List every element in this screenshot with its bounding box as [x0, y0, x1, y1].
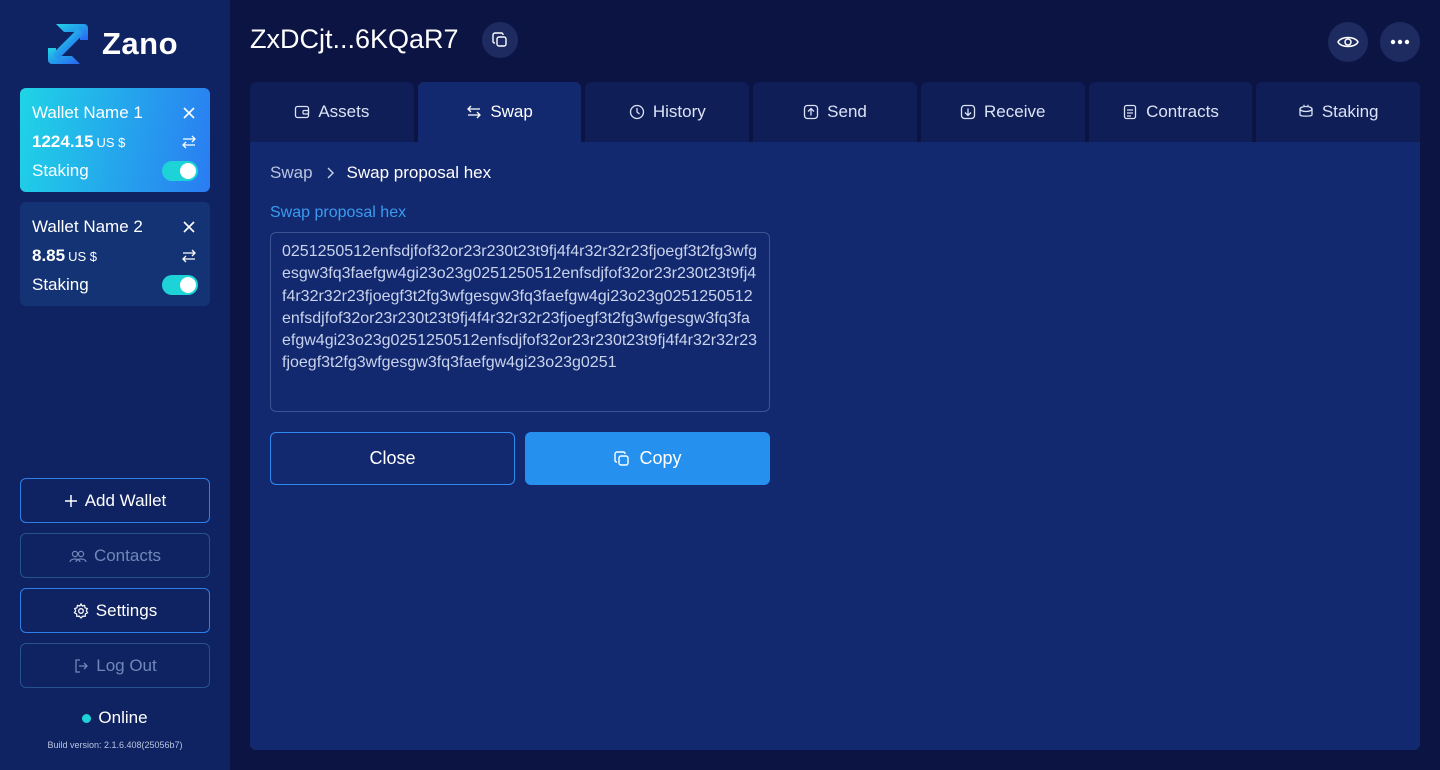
- sidebar: Zano Wallet Name 1 1224.15 US $ Staking W…: [0, 0, 230, 770]
- eye-icon: [1337, 36, 1359, 48]
- close-button[interactable]: Close: [270, 432, 515, 485]
- wallet-card-1[interactable]: Wallet Name 1 1224.15 US $ Staking: [20, 88, 210, 192]
- tab-label: Receive: [984, 102, 1046, 121]
- online-dot-icon: [82, 713, 92, 723]
- swap-icon: [467, 105, 482, 119]
- content-panel: Swap Swap proposal hex Swap proposal hex…: [250, 142, 1420, 750]
- visibility-button[interactable]: [1328, 22, 1368, 62]
- copy-button[interactable]: Copy: [525, 432, 770, 485]
- logout-label: Log Out: [96, 655, 157, 675]
- wallet-icon: [295, 105, 310, 119]
- tab-label: Send: [827, 102, 867, 121]
- logo: Zano: [44, 20, 178, 68]
- wallet-balance: 1224.15 US $: [32, 132, 125, 152]
- contacts-icon: [69, 550, 87, 562]
- settings-button[interactable]: Settings: [20, 588, 210, 633]
- copy-address-button[interactable]: [482, 22, 518, 58]
- swap-currency-icon[interactable]: [180, 247, 198, 265]
- currency-label: US $: [96, 134, 126, 150]
- contacts-label: Contacts: [93, 545, 162, 565]
- chevron-right-icon: [327, 167, 334, 179]
- status-label: Online: [98, 708, 148, 727]
- wallet-address-title: ZxDCjt...6KQaR7: [250, 24, 459, 54]
- add-wallet-button[interactable]: Add Wallet: [20, 478, 210, 523]
- clock-icon: [629, 104, 644, 120]
- contract-icon: [1123, 104, 1137, 120]
- wallet-name: Wallet Name 1: [32, 102, 143, 122]
- gear-icon: [73, 602, 89, 619]
- tab-bar: Assets Swap History Send Receive Contrac…: [250, 82, 1421, 142]
- copy-button-label: Copy: [639, 448, 682, 468]
- logout-icon: [75, 658, 89, 673]
- copy-icon: [614, 450, 630, 466]
- tab-send[interactable]: Send: [753, 82, 917, 142]
- staking-toggle[interactable]: [162, 274, 198, 295]
- currency-label: US $: [68, 248, 97, 264]
- connection-status: Online: [0, 708, 230, 728]
- breadcrumb-current: Swap proposal hex: [346, 163, 492, 182]
- tab-assets[interactable]: Assets: [250, 82, 414, 142]
- close-icon[interactable]: [180, 218, 198, 236]
- tab-label: Staking: [1321, 102, 1379, 121]
- receive-icon: [960, 104, 976, 120]
- tab-receive[interactable]: Receive: [920, 82, 1085, 142]
- breadcrumb-swap-link[interactable]: Swap: [270, 163, 313, 183]
- staking-label: Staking: [32, 160, 89, 180]
- balance-value: 1224.15: [32, 131, 94, 151]
- staking-icon: [1299, 104, 1313, 117]
- more-options-button[interactable]: [1380, 22, 1420, 62]
- tab-history[interactable]: History: [585, 82, 750, 142]
- swap-proposal-hex-field[interactable]: 0251250512enfsdjfof32or23r230t23t9fj4f4r…: [270, 232, 770, 412]
- wallet-name: Wallet Name 2: [32, 216, 143, 236]
- balance-value: 8.85: [32, 245, 66, 265]
- tab-contracts[interactable]: Contracts: [1088, 82, 1253, 142]
- tab-swap[interactable]: Swap: [417, 82, 582, 142]
- tab-label: Swap: [490, 102, 533, 121]
- wallet-card-2[interactable]: Wallet Name 2 8.85 US $ Staking: [20, 202, 210, 306]
- breadcrumb: Swap Swap proposal hex: [270, 163, 491, 183]
- add-wallet-label: Add Wallet: [84, 490, 167, 510]
- field-label: Swap proposal hex: [270, 204, 407, 221]
- send-icon: [804, 104, 819, 120]
- staking-toggle[interactable]: [162, 160, 198, 181]
- settings-label: Settings: [95, 600, 158, 620]
- close-icon[interactable]: [180, 104, 198, 122]
- close-button-label: Close: [369, 448, 416, 468]
- swap-currency-icon[interactable]: [180, 133, 198, 151]
- tab-label: History: [652, 102, 706, 121]
- tab-label: Assets: [318, 102, 370, 121]
- more-dots-icon: [1390, 39, 1410, 45]
- build-version: Build version: 2.1.6.408(25056b7): [47, 740, 183, 750]
- logo-text: Zano: [102, 26, 179, 61]
- plus-icon: [64, 494, 77, 507]
- logout-button[interactable]: Log Out: [20, 643, 210, 688]
- zano-logo-icon: [48, 24, 88, 64]
- wallet-balance: 8.85 US $: [32, 246, 97, 266]
- staking-label: Staking: [32, 274, 89, 294]
- tab-label: Contracts: [1146, 102, 1219, 121]
- tab-staking[interactable]: Staking: [1256, 82, 1421, 142]
- copy-icon: [492, 32, 507, 47]
- contacts-button[interactable]: Contacts: [20, 533, 210, 578]
